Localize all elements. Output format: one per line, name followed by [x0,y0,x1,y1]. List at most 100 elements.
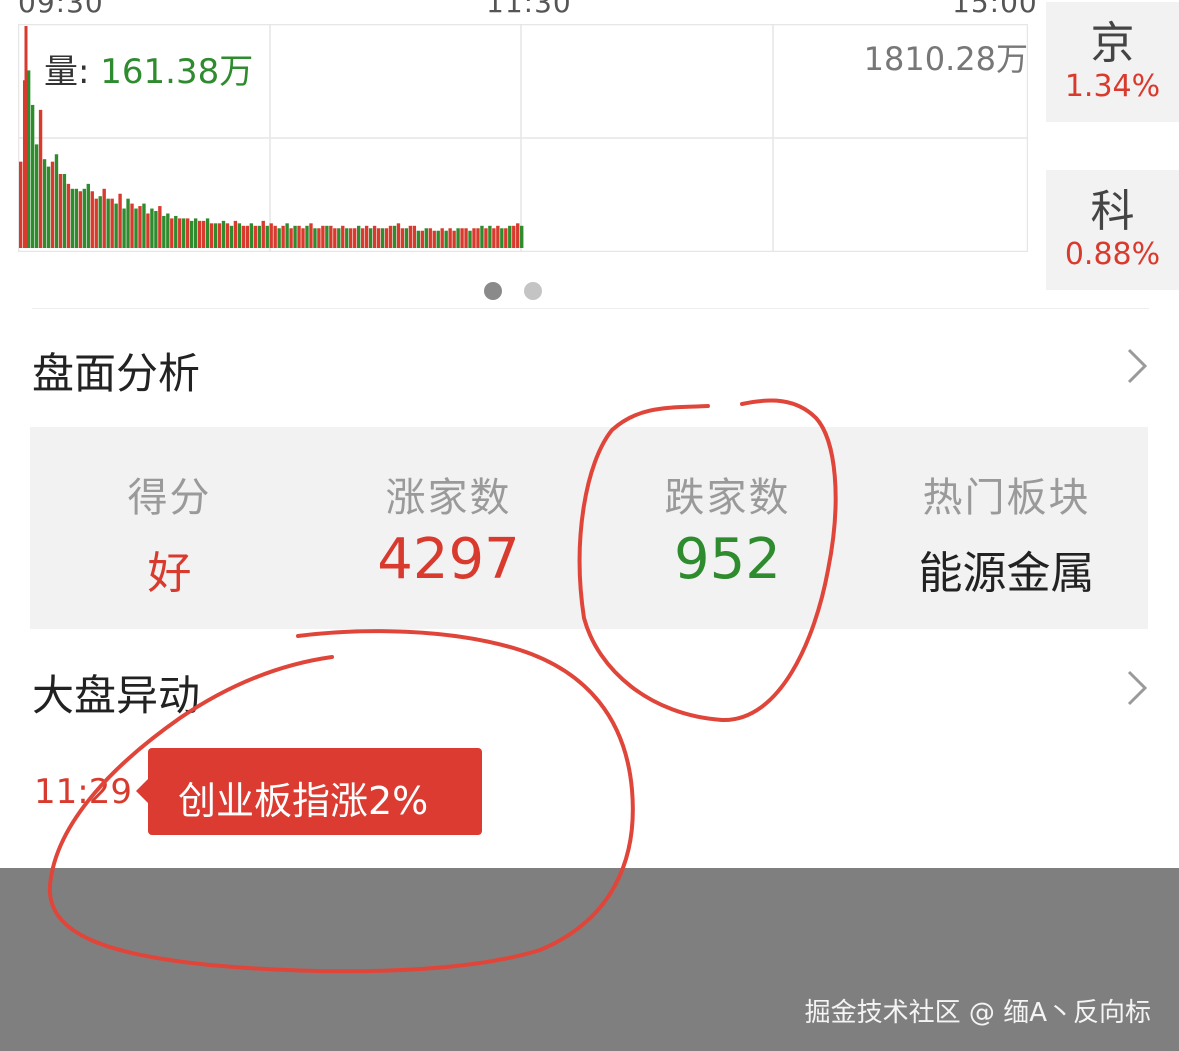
volume-bar [205,218,210,248]
page-indicator[interactable] [484,282,564,304]
volume-bar [392,225,397,248]
market-moves-title: 大盘异动 [32,671,201,720]
volume-bar [265,225,269,248]
volume-label: 量: 161.38万 [44,44,253,93]
volume-bar [174,215,178,248]
volume-bar [281,225,285,248]
volume-bar [106,198,110,248]
volume-bar [209,223,214,248]
volume-bar [341,225,345,248]
stat-label: 热门板块 [922,475,1091,521]
volume-bar [368,228,373,248]
stat-label: 得分 [127,475,212,521]
index-tab-change: 1.34% [1064,69,1161,104]
volume-value: 161.38万 [100,52,254,92]
volume-bar [321,225,325,248]
volume-bar [150,208,154,248]
volume-bar [245,225,250,248]
volume-bar [78,191,83,248]
volume-bar [416,230,421,248]
volume-bar [317,228,321,248]
chevron-right-icon[interactable] [1125,346,1149,386]
stat-label: 跌家数 [664,475,791,521]
volume-bar [74,188,79,248]
volume-bar [448,228,452,248]
volume-bar [396,223,401,248]
volume-bar [110,198,114,248]
volume-bar [500,228,504,248]
volume-bar [388,225,393,248]
volume-bar [86,183,90,248]
volume-bar [54,154,59,248]
chevron-right-icon[interactable] [1125,668,1149,708]
volume-bar [404,228,409,248]
stat-label: 涨家数 [385,475,512,521]
volume-bar [520,225,524,248]
volume-bar [476,228,480,248]
index-tab-star[interactable]: 科 0.88% [1046,170,1179,290]
index-tab-change: 0.88% [1064,237,1161,272]
event-badge[interactable]: 创业板指涨2% [136,748,482,835]
volume-bar [372,225,377,248]
volume-bar [432,230,436,248]
bottom-overlay: 掘金技术社区 @ 缅A丶反向标 [0,868,1179,1051]
time-label-open: 09:30 [18,0,104,19]
volume-bar [440,228,444,248]
event-text: 创业板指涨2% [178,779,429,823]
time-label-close: 15:00 [952,0,1038,19]
volume-bar [456,228,460,248]
volume-bar [512,225,516,248]
volume-bar [289,228,293,248]
stat-decliners[interactable]: 跌家数 952 [588,427,867,629]
volume-bar [337,228,341,248]
volume-bar [46,166,51,248]
volume-bar [464,228,468,248]
volume-bar [325,225,329,248]
volume-bar [277,228,281,248]
stat-score[interactable]: 得分 好 [30,427,309,629]
volume-bar [130,203,134,248]
volume-bar [166,213,170,248]
volume-bar [154,211,158,248]
volume-bar [329,225,333,248]
volume-bar [253,225,257,248]
volume-bar [66,183,71,248]
volume-bar [297,225,301,248]
stat-value: 能源金属 [918,548,1095,599]
volume-bar [70,188,75,248]
volume-bar [364,225,369,248]
volume-bar [484,228,488,248]
volume-bar [333,228,337,248]
time-label-midday: 11:30 [486,0,572,19]
volume-bar [162,215,166,248]
volume-bar [122,208,126,248]
stats-panel: 得分 好 涨家数 4297 跌家数 952 热门板块 能源金属 [30,427,1148,629]
volume-bar [114,203,118,248]
volume-bar [62,174,67,248]
volume-bar [384,228,389,248]
volume-bar [496,225,500,248]
page-dot[interactable] [524,282,542,300]
market-moves-header[interactable]: 大盘异动 [0,662,1179,722]
stat-advancers[interactable]: 涨家数 4297 [309,427,588,629]
time-axis: 09:30 11:30 15:00 [0,0,1040,19]
volume-bar [237,223,242,248]
volume-bar [261,220,265,248]
volume-bar [285,223,289,248]
volume-bar [38,109,43,249]
volume-bar [138,206,142,248]
volume-bar [492,228,496,248]
volume-bar [229,225,234,248]
analysis-header[interactable]: 盘面分析 [0,340,1179,400]
stat-hot-sector[interactable]: 热门板块 能源金属 [867,427,1146,629]
page-dot-active[interactable] [484,282,502,300]
volume-chart[interactable]: 量: 161.38万 1810.28万 [18,24,1028,252]
index-tab-name: 京 [1090,18,1135,69]
volume-bar [356,225,361,248]
index-tab-bse[interactable]: 京 1.34% [1046,2,1179,122]
volume-bar [197,220,202,248]
volume-bar [452,230,456,248]
volume-bar [186,218,190,248]
volume-bar [436,230,440,248]
volume-bar [293,225,297,248]
